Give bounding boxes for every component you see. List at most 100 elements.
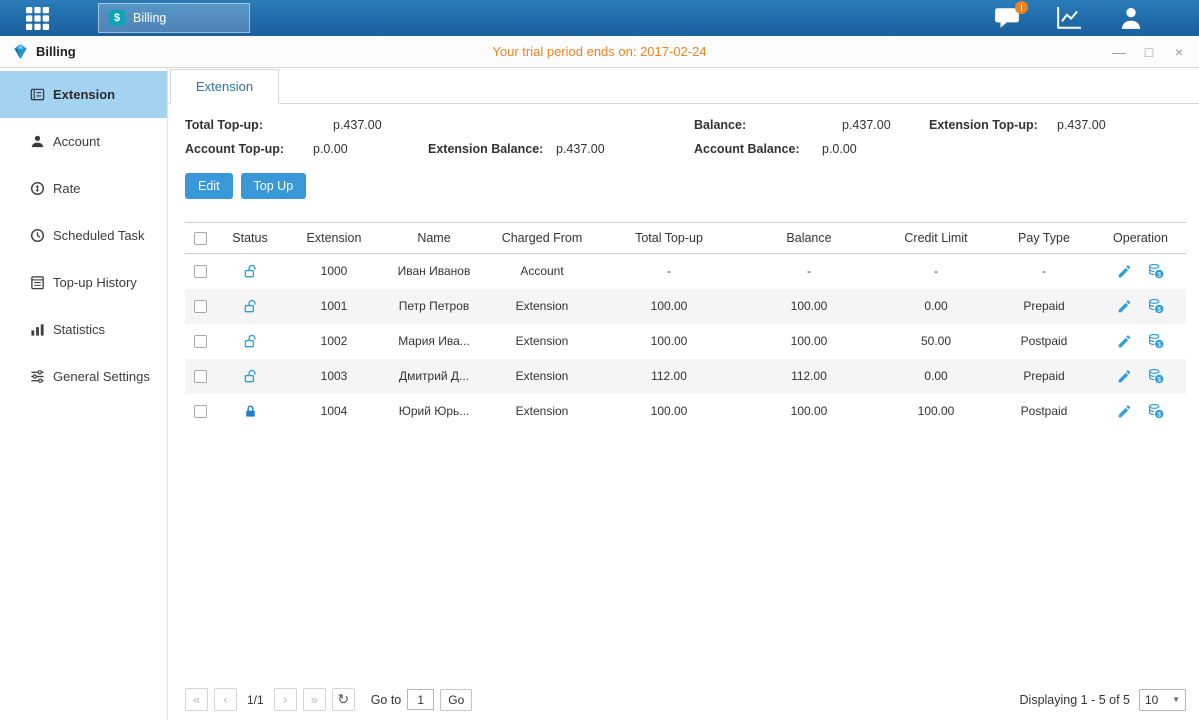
- lock-open-icon: [243, 334, 258, 349]
- select-all-checkbox[interactable]: [194, 232, 207, 245]
- summary-value: p.0.00: [313, 142, 348, 156]
- sidebar-item-label: Account: [53, 134, 100, 149]
- sidebar-item-topup-history[interactable]: Top-up History: [0, 259, 167, 306]
- header-extension: Extension: [285, 223, 383, 254]
- cell-pay-type: Postpaid: [993, 394, 1095, 429]
- header-pay-type: Pay Type: [993, 223, 1095, 254]
- topbar-tab-billing[interactable]: $ Billing: [98, 3, 250, 33]
- topup-icon[interactable]: $: [1148, 403, 1164, 419]
- page-size-select[interactable]: 10 ▼: [1139, 689, 1186, 711]
- sidebar-item-account[interactable]: Account: [0, 118, 167, 165]
- edit-icon[interactable]: [1117, 404, 1132, 419]
- row-checkbox[interactable]: [194, 300, 207, 313]
- summary-label: Total Top-up:: [185, 118, 333, 132]
- svg-text:$: $: [1157, 341, 1161, 348]
- sidebar-item-statistics[interactable]: Statistics: [0, 306, 167, 353]
- goto-page-input[interactable]: [407, 689, 434, 710]
- top-up-button[interactable]: Top Up: [241, 173, 307, 199]
- bar-chart-icon: [30, 322, 45, 337]
- summary-panel: Total Top-up: p.437.00 Balance: p.437.00…: [185, 118, 1186, 156]
- lock-open-icon: [243, 369, 258, 384]
- lock-closed-icon: [243, 404, 258, 419]
- edit-icon[interactable]: [1117, 334, 1132, 349]
- extension-icon: [30, 87, 45, 102]
- cell-balance: -: [739, 254, 879, 289]
- status-cell: [215, 359, 285, 394]
- topbar: $ Billing !: [0, 0, 1199, 36]
- main-area: Extension Total Top-up: p.437.00 Balance…: [168, 68, 1199, 720]
- close-button[interactable]: ×: [1171, 44, 1187, 60]
- titlebar: Billing Your trial period ends on: 2017-…: [0, 36, 1199, 68]
- table-row: 1001Петр ПетровExtension100.00100.000.00…: [185, 289, 1186, 324]
- row-checkbox[interactable]: [194, 405, 207, 418]
- cell-extension: 1000: [285, 254, 383, 289]
- sidebar-item-label: Top-up History: [53, 275, 137, 290]
- summary-value: p.437.00: [333, 118, 382, 132]
- sidebar-item-extension[interactable]: Extension: [0, 71, 167, 118]
- svg-text:$: $: [1157, 411, 1161, 418]
- summary-value: p.437.00: [1057, 118, 1106, 132]
- go-button[interactable]: Go: [440, 689, 472, 711]
- window-controls: — □ ×: [1111, 44, 1187, 60]
- cell-charged-from: Extension: [485, 289, 599, 324]
- refresh-icon[interactable]: ↻: [332, 688, 355, 711]
- next-page-button[interactable]: ›: [274, 688, 297, 711]
- sidebar-item-general-settings[interactable]: General Settings: [0, 353, 167, 400]
- operation-cell: $: [1095, 359, 1186, 394]
- table-row: 1003Дмитрий Д...Extension112.00112.000.0…: [185, 359, 1186, 394]
- cell-extension: 1003: [285, 359, 383, 394]
- lock-open-icon: [243, 299, 258, 314]
- checkbox-cell: [185, 359, 215, 394]
- cell-charged-from: Account: [485, 254, 599, 289]
- minimize-button[interactable]: —: [1111, 44, 1127, 60]
- svg-text:$: $: [1157, 306, 1161, 313]
- tab-extension[interactable]: Extension: [170, 69, 279, 104]
- trial-notice: Your trial period ends on: 2017-02-24: [0, 44, 1199, 59]
- action-buttons: Edit Top Up: [185, 173, 1186, 199]
- row-checkbox[interactable]: [194, 370, 207, 383]
- cell-charged-from: Extension: [485, 324, 599, 359]
- last-page-button[interactable]: »: [303, 688, 326, 711]
- app-grid-icon[interactable]: [24, 5, 50, 31]
- cell-charged-from: Extension: [485, 359, 599, 394]
- topup-icon[interactable]: $: [1148, 263, 1164, 279]
- messages-icon[interactable]: !: [993, 5, 1021, 31]
- billing-dollar-icon: $: [109, 10, 125, 26]
- goto-label: Go to: [371, 693, 402, 707]
- edit-icon[interactable]: [1117, 299, 1132, 314]
- summary-total-topup: Total Top-up: p.437.00: [185, 118, 428, 132]
- sidebar-item-label: Statistics: [53, 322, 105, 337]
- cell-total-topup: 100.00: [599, 394, 739, 429]
- topup-icon[interactable]: $: [1148, 368, 1164, 384]
- row-checkbox[interactable]: [194, 265, 207, 278]
- sidebar-item-rate[interactable]: Rate: [0, 165, 167, 212]
- cell-name: Петр Петров: [383, 289, 485, 324]
- page-size-value: 10: [1145, 693, 1158, 707]
- clock-icon: [30, 228, 45, 243]
- cell-total-topup: 100.00: [599, 289, 739, 324]
- first-page-button[interactable]: «: [185, 688, 208, 711]
- edit-icon[interactable]: [1117, 264, 1132, 279]
- notification-badge: !: [1015, 1, 1028, 14]
- app-body: Extension Account Rate Scheduled Task To…: [0, 68, 1199, 720]
- maximize-button[interactable]: □: [1141, 44, 1157, 60]
- topup-icon[interactable]: $: [1148, 298, 1164, 314]
- topup-icon[interactable]: $: [1148, 333, 1164, 349]
- checkbox-cell: [185, 254, 215, 289]
- sidebar-item-label: Rate: [53, 181, 80, 196]
- tab-bar: Extension: [168, 68, 1199, 104]
- sidebar-item-scheduled-task[interactable]: Scheduled Task: [0, 212, 167, 259]
- user-icon[interactable]: [1117, 5, 1145, 31]
- table-header-row: Status Extension Name Charged From Total…: [185, 223, 1186, 254]
- row-checkbox[interactable]: [194, 335, 207, 348]
- prev-page-button[interactable]: ‹: [214, 688, 237, 711]
- reports-icon[interactable]: [1055, 5, 1083, 31]
- cell-name: Мария Ива...: [383, 324, 485, 359]
- edit-icon[interactable]: [1117, 369, 1132, 384]
- cell-extension: 1001: [285, 289, 383, 324]
- window-title: Billing: [36, 44, 76, 59]
- page-indicator: 1/1: [247, 693, 264, 707]
- svg-text:$: $: [1157, 376, 1161, 383]
- summary-label: Account Balance:: [694, 142, 822, 156]
- edit-button[interactable]: Edit: [185, 173, 233, 199]
